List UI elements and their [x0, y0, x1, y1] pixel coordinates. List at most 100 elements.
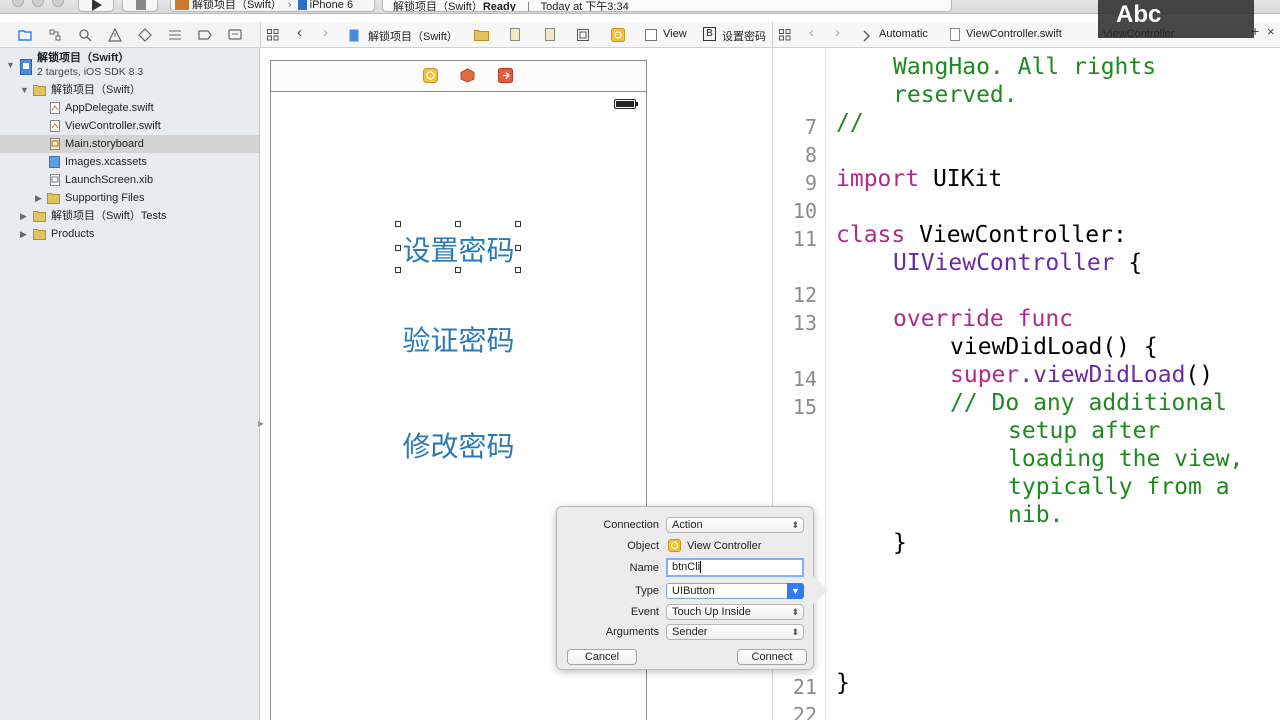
code-line-import: import UIKit — [836, 166, 1002, 192]
tree-item-file[interactable]: AppDelegate.swift — [0, 99, 259, 117]
breakpoint-icon[interactable] — [198, 28, 212, 42]
folder-icon[interactable] — [474, 29, 489, 41]
view-controller-icon[interactable] — [423, 68, 438, 83]
test-diamond-icon[interactable] — [138, 28, 152, 42]
jump-button[interactable]: 设置密码 — [722, 28, 766, 44]
related-items-icon[interactable] — [267, 29, 279, 41]
forward-icon[interactable]: › — [323, 24, 328, 41]
line-number: 13 — [792, 311, 817, 335]
exit-icon[interactable] — [498, 68, 513, 83]
chevron-down-icon[interactable]: ▼ — [787, 583, 804, 599]
view-controller-icon — [668, 539, 681, 552]
event-label: Event — [630, 606, 659, 618]
view-icon[interactable] — [645, 29, 657, 41]
tree-item-label: Images.xcassets — [65, 156, 147, 168]
cancel-button[interactable]: Cancel — [567, 649, 637, 665]
back-icon[interactable]: ‹ — [297, 24, 302, 41]
split-handle-icon[interactable]: ▸ — [258, 416, 264, 430]
tree-item-project[interactable]: ▼ 解锁项目（Swift） 2 targets, iOS SDK 8.3 — [0, 52, 259, 82]
event-value: Touch Up Inside — [672, 606, 751, 618]
tree-item-file[interactable]: ViewController.swift — [0, 117, 259, 135]
status-time: Today at 下午3:34 — [540, 1, 629, 12]
jump-view[interactable]: View — [663, 28, 687, 40]
tree-item-group[interactable]: ▶ Supporting Files — [0, 189, 259, 207]
resize-handle[interactable] — [515, 267, 521, 273]
disclosure-open-icon[interactable]: ▼ — [6, 56, 15, 74]
status-state: Ready — [482, 1, 516, 12]
jump-project[interactable]: 解锁项目（Swift） — [368, 28, 458, 44]
xib-file-icon — [50, 174, 60, 186]
code-comment: nib. — [1008, 502, 1064, 528]
code-keyword: import — [836, 166, 920, 192]
object-value: View Controller — [687, 540, 762, 552]
folder-icon[interactable] — [18, 28, 32, 42]
resize-handle[interactable] — [395, 221, 401, 227]
disclosure-closed-icon[interactable]: ▶ — [20, 225, 27, 243]
storyboard-jump-bar: ‹ › 解锁项目（Swift） View B 设置密码 — [260, 22, 772, 48]
assistant-code-editor[interactable]: 7 8 9 10 11 12 13 14 15 21 22 WangHao. A… — [772, 48, 1280, 720]
code-line-superclass: UIViewController { — [893, 250, 1142, 276]
name-input[interactable]: btnCli — [666, 558, 804, 577]
first-responder-cube-icon[interactable] — [460, 68, 475, 83]
line-number: 10 — [792, 199, 817, 223]
report-icon[interactable] — [228, 28, 242, 42]
line-number: 14 — [792, 367, 817, 391]
code-method: .viewDidLoad — [1019, 362, 1186, 388]
tree-item-file[interactable]: LaunchScreen.xib — [0, 171, 259, 189]
forward-icon[interactable]: › — [835, 24, 840, 41]
scheme-selector[interactable]: 解锁项目（Swift） › iPhone 6 — [170, 0, 375, 12]
line-number: 11 — [792, 227, 817, 251]
connection-select[interactable]: Action ⬍ — [666, 517, 804, 533]
symbol-navigator-icon[interactable] — [48, 28, 62, 42]
debug-icon[interactable] — [168, 28, 182, 42]
disclosure-closed-icon[interactable]: ▶ — [35, 189, 42, 207]
back-icon[interactable]: ‹ — [809, 24, 814, 41]
resize-handle[interactable] — [515, 221, 521, 227]
swift-file-icon — [50, 102, 60, 114]
scene-icon[interactable] — [545, 28, 555, 41]
tree-item-group[interactable]: ▶ 解锁项目（Swift）Tests — [0, 207, 259, 225]
minimize-window-button[interactable] — [32, 0, 44, 7]
status-separator: | — [526, 1, 530, 12]
folder-icon — [33, 211, 46, 222]
close-editor-icon[interactable]: × — [1267, 24, 1275, 39]
tree-item-label: LaunchScreen.xib — [65, 174, 154, 186]
asset-catalog-icon — [49, 156, 60, 168]
name-value: btnCli — [672, 561, 701, 573]
resize-handle[interactable] — [515, 245, 521, 251]
disclosure-closed-icon[interactable]: ▶ — [20, 207, 27, 225]
related-items-icon[interactable] — [779, 29, 791, 41]
tree-item-group-main[interactable]: ▼ 解锁项目（Swift） — [0, 81, 259, 99]
change-password-button[interactable]: 修改密码 — [271, 425, 646, 465]
event-select[interactable]: Touch Up Inside ⬍ — [666, 604, 804, 620]
code-comment: // — [836, 110, 864, 136]
arguments-select[interactable]: Sender ⬍ — [666, 624, 804, 640]
code-keyword: override func — [893, 306, 1074, 332]
assistant-icon — [863, 30, 870, 42]
project-file-icon — [349, 29, 359, 42]
resize-handle[interactable] — [455, 221, 461, 227]
storyboard-file-icon[interactable] — [510, 28, 520, 41]
resize-handle[interactable] — [455, 267, 461, 273]
tree-item-group[interactable]: ▶ Products — [0, 225, 259, 243]
tree-item-file[interactable]: Images.xcassets — [0, 153, 259, 171]
connect-button[interactable]: Connect — [737, 649, 807, 665]
zoom-window-button[interactable] — [52, 0, 64, 7]
type-combobox[interactable]: UIButton ▼ — [666, 583, 804, 599]
jump-mode[interactable]: Automatic — [879, 28, 928, 40]
run-button[interactable] — [78, 0, 114, 12]
close-window-button[interactable] — [12, 0, 24, 7]
jump-file[interactable]: ViewController.swift — [966, 28, 1062, 40]
arguments-value: Sender — [672, 626, 708, 638]
resize-handle[interactable] — [395, 245, 401, 251]
object-label: Object — [627, 540, 659, 552]
resize-handle[interactable] — [395, 267, 401, 273]
disclosure-open-icon[interactable]: ▼ — [20, 81, 29, 99]
search-icon[interactable] — [78, 28, 92, 42]
view-controller-icon[interactable] — [611, 28, 625, 42]
scene-frame-icon[interactable] — [577, 29, 589, 41]
stop-button[interactable] — [122, 0, 158, 12]
verify-password-button[interactable]: 验证密码 — [271, 319, 646, 359]
tree-item-file-selected[interactable]: Main.storyboard — [0, 135, 259, 153]
warning-icon[interactable] — [108, 28, 122, 42]
